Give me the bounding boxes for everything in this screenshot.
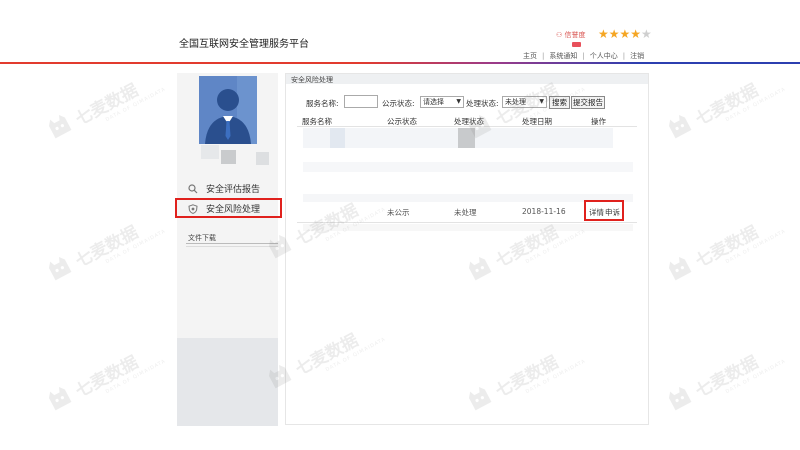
watermark-text: 七麦数据 [72, 222, 142, 273]
chevron-down-icon: ▼ [456, 98, 461, 105]
nav-profile-link[interactable]: 个人中心 [590, 52, 618, 60]
cat-logo-icon [48, 386, 72, 411]
cell-date: 2018-11-16 [522, 207, 566, 216]
public-status-select[interactable]: 请选择 ▼ [420, 96, 464, 108]
watermark: 七麦数据DATA OF QIMAIDATA [668, 336, 787, 411]
watermark: 七麦数据DATA OF QIMAIDATA [668, 206, 787, 281]
process-status-select[interactable]: 未处理 ▼ [502, 96, 547, 108]
watermark-subtext: DATA OF QIMAIDATA [104, 358, 167, 396]
nav-notice-link[interactable]: 系统通知 [549, 52, 577, 60]
file-download-label[interactable]: 文件下载 [188, 233, 216, 243]
star-icon-empty: ★ [641, 27, 652, 41]
chevron-down-icon: ▼ [539, 98, 544, 105]
process-status-label: 处理状态: [466, 99, 499, 108]
watermark: 七麦数据DATA OF QIMAIDATA [668, 64, 787, 139]
submit-report-button[interactable]: 提交报告 [571, 96, 605, 109]
divider [297, 126, 637, 127]
user-avatar-icon [199, 76, 257, 144]
public-status-label: 公示状态: [382, 99, 415, 108]
user-badge[interactable]: ⚇ 信誉度 [556, 30, 586, 40]
sidebar-item-assessment-report[interactable]: 安全评估报告 [188, 182, 260, 195]
avatar [199, 76, 257, 144]
service-name-input[interactable] [344, 95, 378, 108]
site-title: 全国互联网安全管理服务平台 [179, 39, 309, 50]
divider [186, 243, 278, 244]
username-placeholder [256, 152, 269, 165]
rating-stars: ★★★★★ [598, 28, 652, 40]
top-nav: 主页 | 系统通知 | 个人中心 | 注销 [523, 52, 645, 60]
divider [186, 246, 278, 247]
watermark-subtext: DATA OF QIMAIDATA [104, 86, 167, 124]
cell-process-status: 未处理 [454, 208, 477, 217]
search-icon [188, 183, 198, 193]
watermark-text: 七麦数据 [692, 80, 762, 131]
cat-logo-icon [668, 114, 692, 139]
watermark-subtext: DATA OF QIMAIDATA [104, 228, 167, 266]
user-icon: ⚇ [556, 31, 563, 39]
sidebar-footer [177, 338, 278, 426]
search-button[interactable]: 搜索 [549, 96, 570, 109]
blurred-row [458, 128, 475, 148]
divider [297, 222, 637, 223]
watermark-subtext: DATA OF QIMAIDATA [724, 86, 787, 124]
watermark-text: 七麦数据 [72, 352, 142, 403]
blurred-row [303, 224, 633, 231]
public-status-value: 请选择 [423, 98, 444, 106]
sidebar-item-label: 安全评估报告 [206, 185, 261, 195]
panel-title: 安全风险处理 [291, 76, 333, 84]
username-placeholder [221, 150, 236, 164]
nav-home-link[interactable]: 主页 [523, 52, 537, 60]
cat-logo-icon [668, 256, 692, 281]
watermark-text: 七麦数据 [692, 222, 762, 273]
watermark: 七麦数据DATA OF QIMAIDATA [48, 64, 167, 139]
watermark-subtext: DATA OF QIMAIDATA [724, 228, 787, 266]
highlight-box [584, 200, 624, 221]
watermark-text: 七麦数据 [72, 80, 142, 131]
service-name-label: 服务名称: [306, 99, 339, 108]
watermark: 七麦数据DATA OF QIMAIDATA [48, 336, 167, 411]
cat-logo-icon [668, 386, 692, 411]
header-divider [0, 62, 800, 64]
watermark-text: 七麦数据 [692, 352, 762, 403]
user-badge-label: 信誉度 [564, 31, 586, 39]
notification-badge [572, 42, 581, 47]
highlight-box [175, 198, 282, 218]
process-status-value: 未处理 [505, 98, 526, 106]
panel-header [286, 74, 648, 84]
blurred-row [303, 162, 633, 172]
cat-logo-icon [48, 114, 72, 139]
cat-logo-icon [48, 256, 72, 281]
nav-logout-link[interactable]: 注销 [630, 52, 644, 60]
username-placeholder [201, 145, 219, 159]
blurred-row [330, 128, 345, 148]
star-icon-filled: ★★★★ [598, 27, 642, 41]
watermark: 七麦数据DATA OF QIMAIDATA [48, 206, 167, 281]
cell-public-status: 未公示 [387, 208, 410, 217]
watermark-subtext: DATA OF QIMAIDATA [724, 358, 787, 396]
